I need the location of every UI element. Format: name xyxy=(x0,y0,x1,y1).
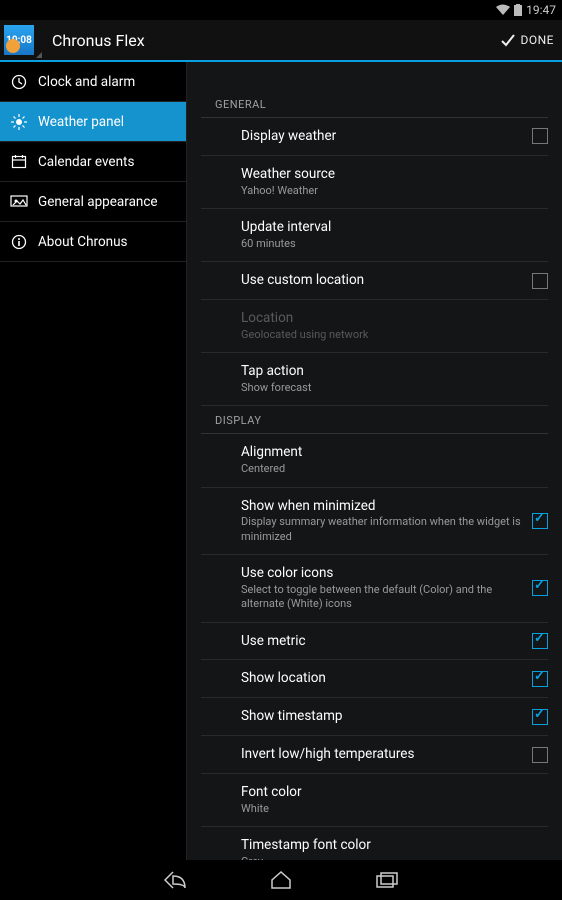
appearance-icon xyxy=(10,193,28,211)
battery-icon xyxy=(514,4,522,16)
setting-title: Location xyxy=(241,310,534,327)
setting-use-metric[interactable]: Use metric xyxy=(201,623,548,661)
spinner-indicator-icon xyxy=(36,52,42,58)
setting-title: Show timestamp xyxy=(241,708,534,725)
setting-use-color-icons[interactable]: Use color icons Select to toggle between… xyxy=(201,555,548,622)
navigation-bar xyxy=(0,860,562,900)
checkbox[interactable] xyxy=(532,709,548,725)
status-bar: 19:47 xyxy=(0,0,562,20)
sidebar: Clock and alarm Weather panel Calendar e… xyxy=(0,62,187,860)
setting-title: Display weather xyxy=(241,128,534,145)
status-time: 19:47 xyxy=(526,3,556,17)
app-bar: 10:08 Chronus Flex DONE xyxy=(0,20,562,62)
setting-subtitle: Select to toggle between the default (Co… xyxy=(241,583,534,612)
setting-weather-source[interactable]: Weather source Yahoo! Weather xyxy=(201,156,548,209)
setting-subtitle: Centered xyxy=(241,462,534,476)
sidebar-item-label: General appearance xyxy=(38,194,158,210)
setting-subtitle: White xyxy=(241,802,534,816)
setting-tap-action[interactable]: Tap action Show forecast xyxy=(201,353,548,406)
setting-show-when-minimized[interactable]: Show when minimized Display summary weat… xyxy=(201,488,548,555)
setting-update-interval[interactable]: Update interval 60 minutes xyxy=(201,209,548,262)
setting-title: Show when minimized xyxy=(241,498,534,515)
done-label: DONE xyxy=(520,33,554,47)
setting-use-custom-location[interactable]: Use custom location xyxy=(201,262,548,300)
setting-display-weather[interactable]: Display weather xyxy=(201,118,548,156)
setting-show-timestamp[interactable]: Show timestamp xyxy=(201,698,548,736)
calendar-icon xyxy=(10,153,28,171)
setting-title: Tap action xyxy=(241,363,534,380)
recents-button[interactable] xyxy=(374,867,400,893)
sidebar-item-label: Clock and alarm xyxy=(38,74,135,90)
setting-timestamp-font-color[interactable]: Timestamp font color Grey xyxy=(201,827,548,860)
checkmark-icon xyxy=(500,32,516,48)
setting-alignment[interactable]: Alignment Centered xyxy=(201,434,548,487)
app-icon[interactable]: 10:08 xyxy=(4,25,34,55)
section-header-general: GENERAL xyxy=(201,90,548,118)
checkbox[interactable] xyxy=(532,747,548,763)
setting-title: Update interval xyxy=(241,219,534,236)
setting-title: Font color xyxy=(241,784,534,801)
setting-title: Alignment xyxy=(241,444,534,461)
sidebar-item-about-chronus[interactable]: About Chronus xyxy=(0,222,186,262)
sidebar-item-label: Weather panel xyxy=(38,114,124,130)
sidebar-item-general-appearance[interactable]: General appearance xyxy=(0,182,186,222)
setting-title: Timestamp font color xyxy=(241,837,534,854)
setting-title: Weather source xyxy=(241,166,534,183)
checkbox[interactable] xyxy=(532,273,548,289)
app-title: Chronus Flex xyxy=(52,31,145,50)
checkbox[interactable] xyxy=(532,513,548,529)
sidebar-item-label: About Chronus xyxy=(38,234,128,250)
setting-subtitle: Display summary weather information when… xyxy=(241,515,534,544)
setting-title: Use custom location xyxy=(241,272,534,289)
checkbox[interactable] xyxy=(532,580,548,596)
back-icon xyxy=(163,871,187,889)
wifi-icon xyxy=(496,4,510,16)
checkbox[interactable] xyxy=(532,671,548,687)
sidebar-item-calendar-events[interactable]: Calendar events xyxy=(0,142,186,182)
setting-title: Invert low/high temperatures xyxy=(241,746,534,763)
setting-subtitle: Geolocated using network xyxy=(241,328,534,342)
setting-location: Location Geolocated using network xyxy=(201,300,548,353)
setting-font-color[interactable]: Font color White xyxy=(201,774,548,827)
setting-subtitle: Yahoo! Weather xyxy=(241,184,534,198)
clock-icon xyxy=(10,73,28,91)
section-header-display: DISPLAY xyxy=(201,406,548,434)
setting-subtitle: Show forecast xyxy=(241,381,534,395)
setting-subtitle: 60 minutes xyxy=(241,237,534,251)
home-button[interactable] xyxy=(268,867,294,893)
sidebar-item-label: Calendar events xyxy=(38,154,134,170)
setting-title: Show location xyxy=(241,670,534,687)
setting-title: Use color icons xyxy=(241,565,534,582)
setting-show-location[interactable]: Show location xyxy=(201,660,548,698)
done-button[interactable]: DONE xyxy=(498,28,556,52)
setting-invert-temps[interactable]: Invert low/high temperatures xyxy=(201,736,548,774)
back-button[interactable] xyxy=(162,867,188,893)
settings-content: GENERAL Display weather Weather source Y… xyxy=(187,62,562,860)
recents-icon xyxy=(376,872,398,888)
home-icon xyxy=(270,871,292,889)
setting-title: Use metric xyxy=(241,633,534,650)
checkbox[interactable] xyxy=(532,633,548,649)
sidebar-item-clock-and-alarm[interactable]: Clock and alarm xyxy=(0,62,186,102)
sidebar-item-weather-panel[interactable]: Weather panel xyxy=(0,102,186,142)
checkbox[interactable] xyxy=(532,128,548,144)
info-icon xyxy=(10,233,28,251)
sun-icon xyxy=(10,113,28,131)
